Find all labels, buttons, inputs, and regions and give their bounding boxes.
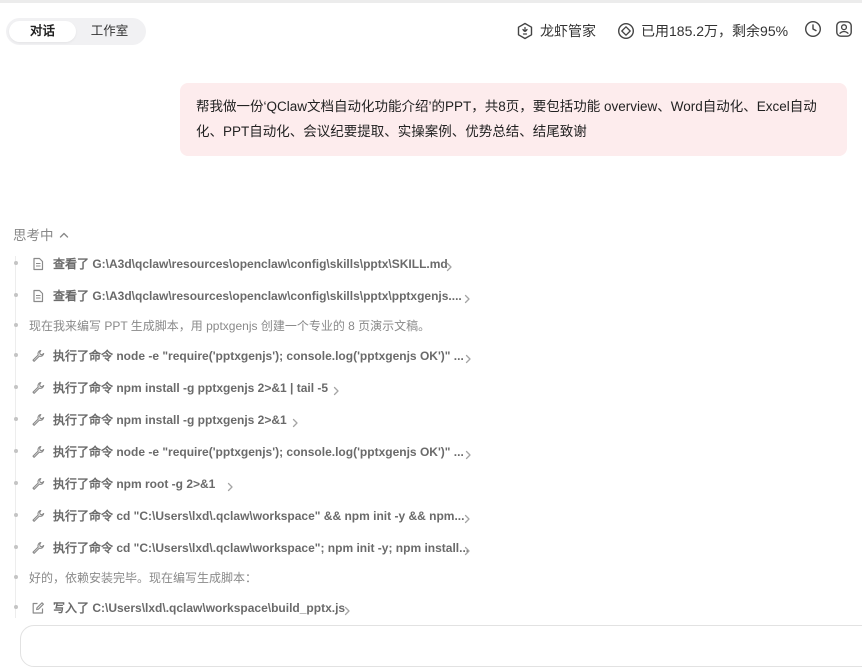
step-text: 执行了命令 node -e "require('pptxgenjs'); con…: [53, 349, 464, 363]
chevron-up-icon: [54, 227, 69, 242]
step-text: 执行了命令 npm install -g pptxgenjs 2>&1: [53, 413, 287, 427]
timeline-dot: [14, 385, 18, 389]
timeline-dot: [14, 261, 18, 265]
step-text: 现在我来编写 PPT 生成脚本，用 pptxgenjs 创建一个专业的 8 页演…: [29, 319, 431, 333]
thinking-note: 现在我来编写 PPT 生成脚本，用 pptxgenjs 创建一个专业的 8 页演…: [0, 317, 850, 335]
thinking-toggle[interactable]: 思考中: [13, 225, 69, 243]
thinking-step[interactable]: 查看了 G:\A3d\qclaw\resources\openclaw\conf…: [0, 287, 850, 305]
step-text: 执行了命令 npm install -g pptxgenjs 2>&1 | ta…: [53, 381, 329, 395]
timeline-line: [15, 256, 16, 618]
timeline-dot: [14, 449, 18, 453]
timeline-dot: [14, 575, 18, 579]
timeline-dot: [14, 323, 18, 327]
step-text: 写入了 C:\Users\lxd\.qclaw\workspace\build_…: [53, 601, 346, 615]
chevron-right-icon: [464, 447, 472, 460]
thinking-step[interactable]: 执行了命令 cd "C:\Users\lxd\.qclaw\workspace"…: [0, 507, 850, 525]
chevron-right-icon: [463, 291, 471, 304]
input-card[interactable]: [20, 625, 862, 667]
chevron-right-icon: [445, 259, 453, 272]
timeline-dot: [14, 513, 18, 517]
wrench-icon: [30, 540, 45, 555]
assistant-selector[interactable]: 龙虾管家: [516, 20, 596, 42]
step-text: 查看了 G:\A3d\qclaw\resources\openclaw\conf…: [53, 289, 462, 303]
wrench-icon: [30, 412, 45, 427]
wrench-icon: [30, 348, 45, 363]
user-message-bubble: 帮我做一份‘QClaw文档自动化功能介绍’的PPT，共8页，要包括功能 over…: [180, 83, 847, 156]
thinking-step[interactable]: 执行了命令 npm root -g 2>&1: [0, 475, 850, 493]
clock-icon: [804, 20, 822, 43]
timeline-dot: [14, 293, 18, 297]
thinking-note: 好的，依赖安装完毕。现在编写生成脚本：: [0, 569, 850, 587]
profile-button[interactable]: [834, 20, 854, 43]
wrench-icon: [30, 444, 45, 459]
wrench-icon: [30, 476, 45, 491]
step-text: 执行了命令 cd "C:\Users\lxd\.qclaw\workspace"…: [53, 541, 470, 555]
user-message-line-1: 帮我做一份‘QClaw文档自动化功能介绍’的PPT，共8页，要包括功能 over…: [196, 99, 817, 114]
timeline-dot: [14, 481, 18, 485]
thinking-step[interactable]: 执行了命令 node -e "require('pptxgenjs'); con…: [0, 443, 850, 461]
mode-switcher: 对话 工作室: [6, 18, 146, 45]
wrench-icon: [30, 508, 45, 523]
timeline-dot: [14, 417, 18, 421]
thinking-step[interactable]: 执行了命令 cd "C:\Users\lxd\.qclaw\workspace"…: [0, 539, 850, 557]
thinking-label: 思考中: [13, 228, 54, 243]
edit-icon: [30, 600, 45, 615]
window-top-border: [0, 0, 862, 3]
step-text: 执行了命令 cd "C:\Users\lxd\.qclaw\workspace"…: [53, 509, 465, 523]
usage-label: 已用185.2万，剩余95%: [641, 23, 789, 39]
chevron-right-icon: [291, 415, 299, 428]
tab-chat[interactable]: 对话: [9, 21, 76, 42]
user-icon: [835, 20, 853, 43]
thinking-step[interactable]: 写入了 C:\Users\lxd\.qclaw\workspace\build_…: [0, 599, 850, 617]
chevron-right-icon: [463, 511, 471, 524]
chevron-right-icon: [464, 351, 472, 364]
assistant-label: 龙虾管家: [540, 23, 596, 39]
timeline-dot: [14, 545, 18, 549]
user-message-line-2: 化、PPT自动化、会议纪要提取、实操案例、优势总结、结尾致谢: [196, 124, 587, 139]
chevron-right-icon: [343, 603, 351, 616]
assistant-icon: [516, 22, 534, 40]
history-button[interactable]: [803, 20, 823, 43]
chevron-right-icon: [332, 383, 340, 396]
step-text: 好的，依赖安装完毕。现在编写生成脚本：: [29, 571, 258, 585]
step-text: 执行了命令 node -e "require('pptxgenjs'); con…: [53, 445, 464, 459]
thinking-step[interactable]: 查看了 G:\A3d\qclaw\resources\openclaw\conf…: [0, 255, 850, 273]
document-icon: [30, 288, 45, 303]
step-text: 执行了命令 npm root -g 2>&1: [53, 477, 216, 491]
document-icon: [30, 256, 45, 271]
chevron-right-icon: [226, 479, 234, 492]
usage-indicator[interactable]: 已用185.2万，剩余95%: [617, 20, 788, 42]
timeline-dot: [14, 605, 18, 609]
usage-icon: [617, 22, 635, 40]
chevron-right-icon: [463, 543, 471, 556]
thinking-step[interactable]: 执行了命令 npm install -g pptxgenjs 2>&1 | ta…: [0, 379, 850, 397]
step-text: 查看了 G:\A3d\qclaw\resources\openclaw\conf…: [53, 257, 448, 271]
thinking-step[interactable]: 执行了命令 node -e "require('pptxgenjs'); con…: [0, 347, 850, 365]
tab-studio[interactable]: 工作室: [76, 21, 143, 42]
thinking-step[interactable]: 执行了命令 npm install -g pptxgenjs 2>&1: [0, 411, 850, 429]
timeline-dot: [14, 353, 18, 357]
wrench-icon: [30, 380, 45, 395]
